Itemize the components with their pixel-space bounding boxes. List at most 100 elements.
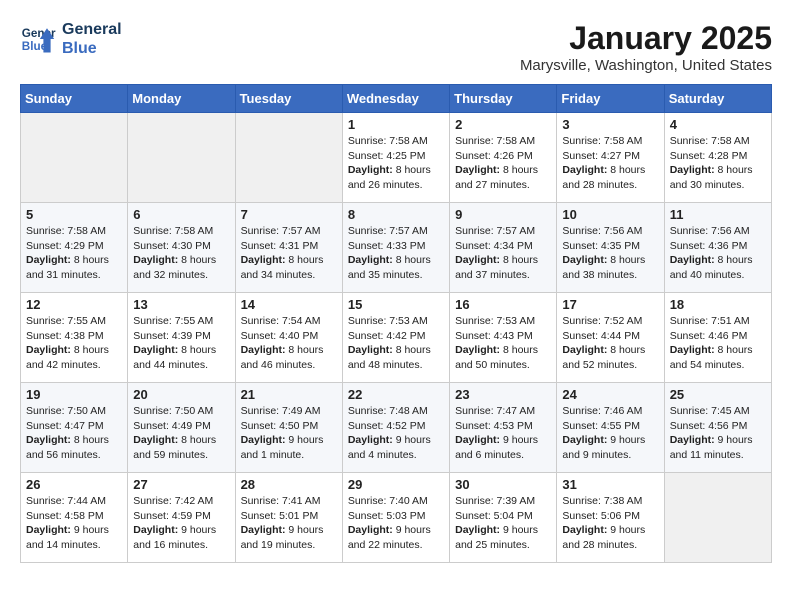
- day-number: 2: [455, 117, 551, 132]
- daylight-label: Daylight:: [562, 344, 610, 356]
- daylight-label: Daylight:: [26, 434, 74, 446]
- day-number: 5: [26, 207, 122, 222]
- logo: General Blue General Blue: [20, 20, 122, 58]
- day-number: 6: [133, 207, 229, 222]
- calendar-cell: 5 Sunrise: 7:58 AMSunset: 4:29 PMDaylight…: [21, 203, 128, 293]
- col-header-thursday: Thursday: [450, 85, 557, 113]
- col-header-tuesday: Tuesday: [235, 85, 342, 113]
- daylight-label: Daylight:: [670, 254, 718, 266]
- calendar-cell: [21, 113, 128, 203]
- calendar-cell: 1 Sunrise: 7:58 AMSunset: 4:25 PMDaylight…: [342, 113, 449, 203]
- day-number: 24: [562, 387, 658, 402]
- calendar-cell: 7Sunrise: 7:57 AMSunset: 4:31 PMDaylight…: [235, 203, 342, 293]
- daylight-label: Daylight:: [133, 524, 181, 536]
- daylight-label: Daylight:: [26, 524, 74, 536]
- cell-content: Sunrise: 7:42 AMSunset: 4:59 PMDaylight:…: [133, 494, 229, 553]
- daylight-label: Daylight:: [670, 434, 718, 446]
- cell-content: Sunrise: 7:58 AMSunset: 4:26 PMDaylight:…: [455, 134, 551, 193]
- daylight-label: Daylight:: [455, 524, 503, 536]
- day-number: 19: [26, 387, 122, 402]
- cell-content: Sunrise: 7:41 AMSunset: 5:01 PMDaylight:…: [241, 494, 337, 553]
- daylight-label: Daylight:: [26, 344, 74, 356]
- day-number: 31: [562, 477, 658, 492]
- cell-content: Sunrise: 7:38 AMSunset: 5:06 PMDaylight:…: [562, 494, 658, 553]
- day-number: 14: [241, 297, 337, 312]
- day-number: 12: [26, 297, 122, 312]
- week-row-1: 1 Sunrise: 7:58 AMSunset: 4:25 PMDaylight…: [21, 113, 772, 203]
- calendar-cell: [664, 473, 771, 563]
- day-number: 21: [241, 387, 337, 402]
- cell-content: Sunrise: 7:57 AMSunset: 4:34 PMDaylight:…: [455, 224, 551, 283]
- calendar-cell: 2 Sunrise: 7:58 AMSunset: 4:26 PMDaylight…: [450, 113, 557, 203]
- col-header-monday: Monday: [128, 85, 235, 113]
- calendar-cell: 6 Sunrise: 7:58 AMSunset: 4:30 PMDaylight…: [128, 203, 235, 293]
- calendar-cell: 23 Sunrise: 7:47 AMSunset: 4:53 PMDayligh…: [450, 383, 557, 473]
- daylight-label: Daylight:: [241, 254, 289, 266]
- daylight-label: Daylight:: [348, 164, 396, 176]
- cell-content: Sunrise: 7:55 AMSunset: 4:39 PMDaylight:…: [133, 314, 229, 373]
- day-number: 26: [26, 477, 122, 492]
- daylight-label: Daylight:: [241, 434, 289, 446]
- calendar-cell: 10Sunrise: 7:56 AMSunset: 4:35 PMDayligh…: [557, 203, 664, 293]
- day-number: 28: [241, 477, 337, 492]
- calendar-cell: 24Sunrise: 7:46 AMSunset: 4:55 PMDayligh…: [557, 383, 664, 473]
- daylight-label: Daylight:: [26, 254, 74, 266]
- calendar-cell: 11Sunrise: 7:56 AMSunset: 4:36 PMDayligh…: [664, 203, 771, 293]
- logo-icon: General Blue: [20, 21, 56, 57]
- day-number: 20: [133, 387, 229, 402]
- daylight-label: Daylight:: [348, 344, 396, 356]
- day-number: 4: [670, 117, 766, 132]
- cell-content: Sunrise: 7:58 AMSunset: 4:27 PMDaylight:…: [562, 134, 658, 193]
- daylight-label: Daylight:: [348, 254, 396, 266]
- calendar-cell: 22Sunrise: 7:48 AMSunset: 4:52 PMDayligh…: [342, 383, 449, 473]
- calendar-cell: 19 Sunrise: 7:50 AMSunset: 4:47 PMDayligh…: [21, 383, 128, 473]
- cell-content: Sunrise: 7:56 AMSunset: 4:35 PMDaylight:…: [562, 224, 658, 283]
- daylight-label: Daylight:: [348, 434, 396, 446]
- daylight-label: Daylight:: [455, 344, 503, 356]
- daylight-label: Daylight:: [562, 434, 610, 446]
- calendar-cell: 4Sunrise: 7:58 AMSunset: 4:28 PMDaylight…: [664, 113, 771, 203]
- title-block: January 2025 Marysville, Washington, Uni…: [520, 20, 772, 74]
- daylight-label: Daylight:: [562, 524, 610, 536]
- day-number: 1: [348, 117, 444, 132]
- cell-content: Sunrise: 7:47 AMSunset: 4:53 PMDaylight:…: [455, 404, 551, 463]
- page-header: General Blue General Blue January 2025 M…: [20, 20, 772, 74]
- location: Marysville, Washington, United States: [520, 57, 772, 74]
- cell-content: Sunrise: 7:45 AMSunset: 4:56 PMDaylight:…: [670, 404, 766, 463]
- col-header-wednesday: Wednesday: [342, 85, 449, 113]
- cell-content: Sunrise: 7:48 AMSunset: 4:52 PMDaylight:…: [348, 404, 444, 463]
- week-row-2: 5 Sunrise: 7:58 AMSunset: 4:29 PMDaylight…: [21, 203, 772, 293]
- calendar-cell: 21Sunrise: 7:49 AMSunset: 4:50 PMDayligh…: [235, 383, 342, 473]
- calendar-cell: 31 Sunrise: 7:38 AMSunset: 5:06 PMDayligh…: [557, 473, 664, 563]
- week-row-3: 12 Sunrise: 7:55 AMSunset: 4:38 PMDayligh…: [21, 293, 772, 383]
- day-number: 23: [455, 387, 551, 402]
- calendar-cell: 26Sunrise: 7:44 AMSunset: 4:58 PMDayligh…: [21, 473, 128, 563]
- calendar-cell: 25Sunrise: 7:45 AMSunset: 4:56 PMDayligh…: [664, 383, 771, 473]
- daylight-label: Daylight:: [241, 524, 289, 536]
- day-number: 7: [241, 207, 337, 222]
- calendar-cell: [128, 113, 235, 203]
- daylight-label: Daylight:: [455, 434, 503, 446]
- cell-content: Sunrise: 7:58 AMSunset: 4:25 PMDaylight:…: [348, 134, 444, 193]
- cell-content: Sunrise: 7:58 AMSunset: 4:30 PMDaylight:…: [133, 224, 229, 283]
- calendar-cell: 17Sunrise: 7:52 AMSunset: 4:44 PMDayligh…: [557, 293, 664, 383]
- col-header-saturday: Saturday: [664, 85, 771, 113]
- header-row: SundayMondayTuesdayWednesdayThursdayFrid…: [21, 85, 772, 113]
- cell-content: Sunrise: 7:55 AMSunset: 4:38 PMDaylight:…: [26, 314, 122, 373]
- daylight-label: Daylight:: [241, 344, 289, 356]
- cell-content: Sunrise: 7:53 AMSunset: 4:42 PMDaylight:…: [348, 314, 444, 373]
- logo-text: General Blue: [62, 20, 122, 58]
- calendar-cell: 16Sunrise: 7:53 AMSunset: 4:43 PMDayligh…: [450, 293, 557, 383]
- day-number: 9: [455, 207, 551, 222]
- calendar-cell: 3Sunrise: 7:58 AMSunset: 4:27 PMDaylight…: [557, 113, 664, 203]
- cell-content: Sunrise: 7:56 AMSunset: 4:36 PMDaylight:…: [670, 224, 766, 283]
- col-header-sunday: Sunday: [21, 85, 128, 113]
- daylight-label: Daylight:: [455, 254, 503, 266]
- cell-content: Sunrise: 7:58 AMSunset: 4:29 PMDaylight:…: [26, 224, 122, 283]
- month-title: January 2025: [520, 20, 772, 57]
- daylight-label: Daylight:: [348, 524, 396, 536]
- week-row-5: 26Sunrise: 7:44 AMSunset: 4:58 PMDayligh…: [21, 473, 772, 563]
- day-number: 17: [562, 297, 658, 312]
- cell-content: Sunrise: 7:54 AMSunset: 4:40 PMDaylight:…: [241, 314, 337, 373]
- cell-content: Sunrise: 7:50 AMSunset: 4:47 PMDaylight:…: [26, 404, 122, 463]
